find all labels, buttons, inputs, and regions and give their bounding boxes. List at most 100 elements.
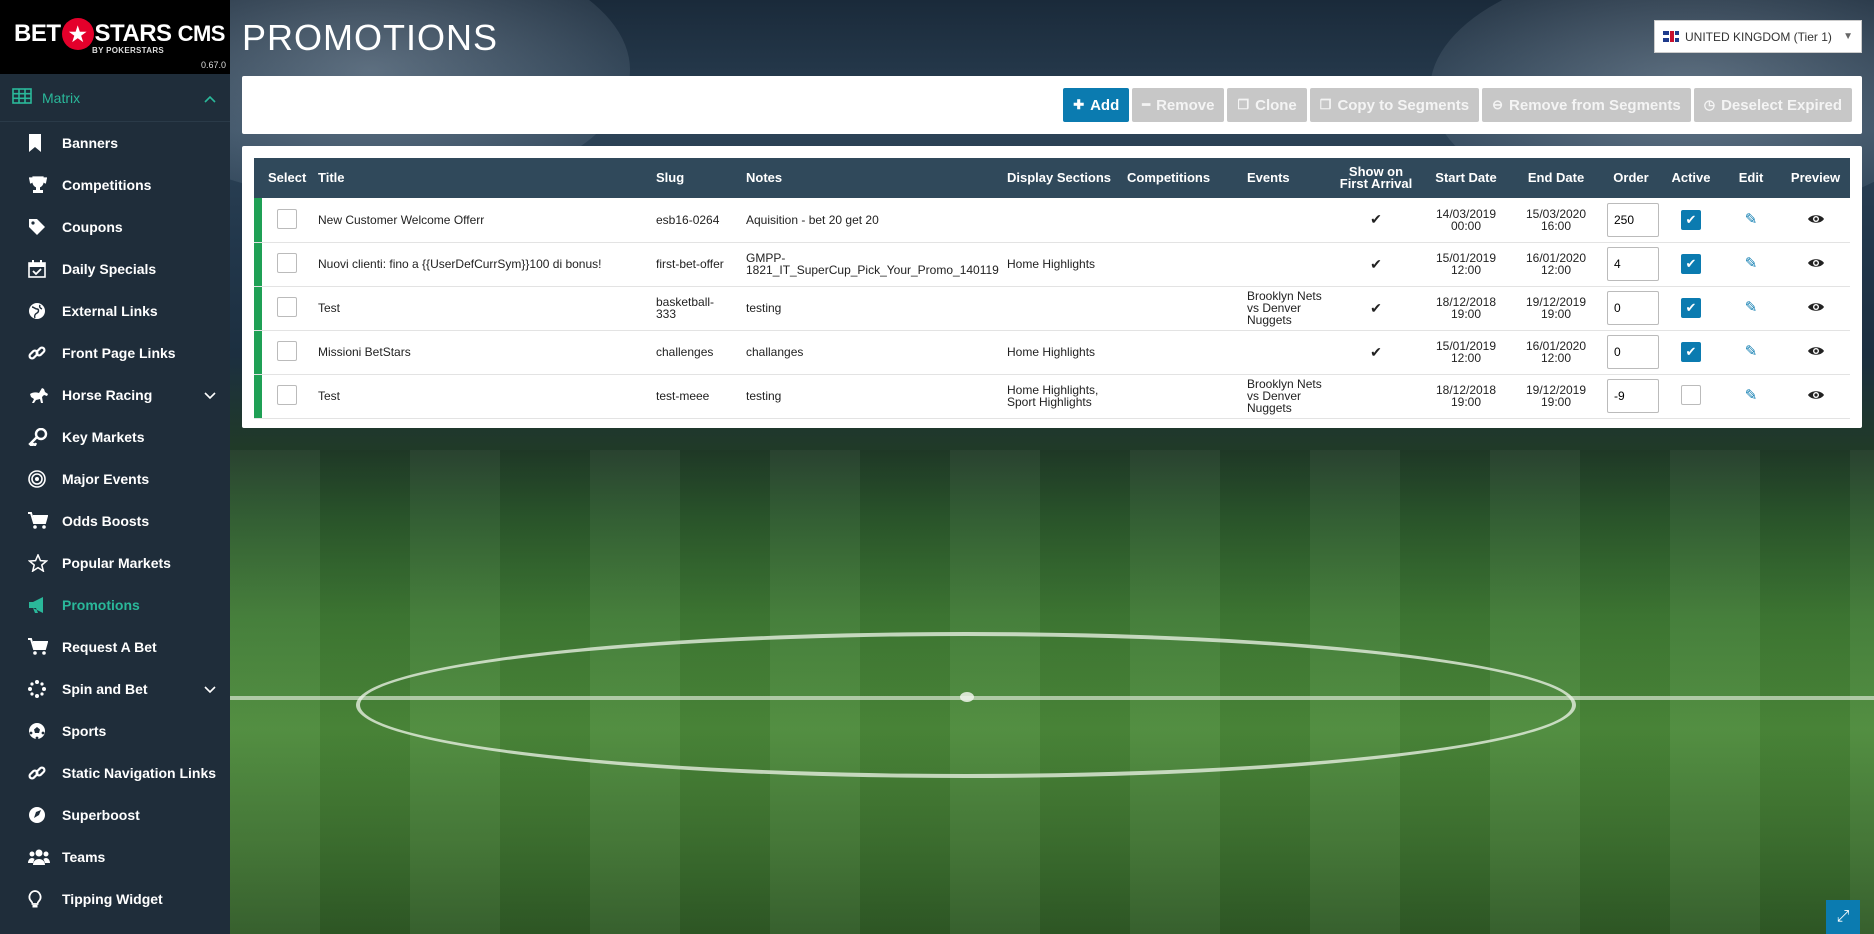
- pencil-icon[interactable]: ✎: [1745, 387, 1758, 404]
- end-time: 19:00: [1540, 307, 1572, 321]
- header-title[interactable]: Title: [312, 158, 650, 198]
- clone-button[interactable]: ❐ Clone: [1227, 88, 1307, 122]
- trophy-icon: [28, 175, 52, 195]
- row-select-checkbox[interactable]: [277, 341, 297, 361]
- header-first-arrival-line-2: First Arrival: [1339, 176, 1413, 191]
- add-button[interactable]: ✚ Add: [1063, 88, 1130, 122]
- brand-bet: BET: [14, 20, 61, 47]
- cell-display-sections: Home Highlights, Sport Highlights: [1001, 374, 1121, 418]
- cell-end-date: 19/12/2019 19:00: [1511, 374, 1601, 418]
- brand-logo[interactable]: BET ★ STARS CMS BY POKERSTARS 0.67.0: [0, 0, 230, 74]
- table-row[interactable]: New Customer Welcome Offerr esb16-0264 Aqu…: [254, 198, 1850, 242]
- chevron-up-icon: [204, 90, 216, 106]
- country-select[interactable]: UNITED KINGDOM (Tier 1) ▼: [1654, 20, 1862, 53]
- pencil-icon[interactable]: ✎: [1745, 255, 1758, 272]
- active-checkbox-checked[interactable]: ✔: [1681, 298, 1701, 318]
- table-row[interactable]: Nuovi clienti: fino a {{UserDefCurrSym}}…: [254, 242, 1850, 286]
- active-checkbox-checked[interactable]: ✔: [1681, 254, 1701, 274]
- pitch-center-spot: [960, 692, 974, 702]
- table-row[interactable]: Missioni BetStars challenges challanges Hom…: [254, 330, 1850, 374]
- active-checkbox-checked[interactable]: ✔: [1681, 209, 1701, 230]
- pencil-icon[interactable]: ✎: [1745, 299, 1758, 316]
- eye-icon[interactable]: [1807, 301, 1825, 315]
- sidebar-item-spin-and-bet[interactable]: Spin and Bet: [0, 668, 230, 710]
- remove-from-segments-button[interactable]: ⊖ Remove from Segments: [1482, 88, 1691, 122]
- cell-title: Test: [318, 389, 341, 403]
- plus-icon: ✚: [1073, 97, 1085, 112]
- active-checkbox-checked[interactable]: ✔: [1681, 342, 1701, 362]
- remove-button[interactable]: ━ Remove: [1132, 88, 1225, 122]
- deselect-expired-button[interactable]: ◷ Deselect Expired: [1693, 88, 1852, 122]
- sidebar-item-label: Banners: [62, 135, 119, 151]
- order-input[interactable]: [1607, 379, 1659, 413]
- eye-icon[interactable]: [1807, 345, 1825, 359]
- table-row[interactable]: Test test-meee testing Home Highlights, Spor…: [254, 374, 1850, 418]
- order-input[interactable]: [1607, 291, 1659, 325]
- eye-icon[interactable]: [1807, 257, 1825, 271]
- row-select-checkbox[interactable]: [277, 253, 297, 273]
- cell-competitions: [1121, 198, 1241, 242]
- sidebar-item-odds-boosts[interactable]: Odds Boosts: [0, 500, 230, 542]
- sidebar-item-major-events[interactable]: Major Events: [0, 458, 230, 500]
- row-select-checkbox[interactable]: [277, 297, 297, 317]
- sidebar-item-banners[interactable]: Banners: [0, 122, 230, 164]
- sidebar-item-label: Sports: [62, 723, 107, 739]
- header-display-sections[interactable]: Display Sections: [1001, 158, 1121, 198]
- header-slug[interactable]: Slug: [650, 158, 740, 198]
- sidebar-item-popular-markets[interactable]: Popular Markets: [0, 542, 230, 584]
- sidebar-item-coupons[interactable]: Coupons: [0, 206, 230, 248]
- sidebar-item-key-markets[interactable]: Key Markets: [0, 416, 230, 458]
- header-notes[interactable]: Notes: [740, 158, 1001, 198]
- row-select-checkbox[interactable]: [277, 385, 297, 405]
- header-select[interactable]: Select: [262, 158, 312, 198]
- sidebar-item-label: Front Page Links: [62, 345, 176, 361]
- eye-icon[interactable]: [1807, 389, 1825, 403]
- chevron-down-icon[interactable]: [204, 387, 216, 403]
- display-line-2: Sport Highlights: [1007, 395, 1092, 409]
- copy-to-segments-button[interactable]: ❐ Copy to Segments: [1309, 88, 1480, 122]
- header-start-date[interactable]: Start Date: [1421, 158, 1511, 198]
- sidebar-item-tipping-widget[interactable]: Tipping Widget: [0, 878, 230, 920]
- sidebar-item-horse-racing[interactable]: Horse Racing: [0, 374, 230, 416]
- sidebar-item-label: Teams: [62, 849, 106, 865]
- sidebar-item-teams[interactable]: Teams: [0, 836, 230, 878]
- remove-from-segments-label: Remove from Segments: [1509, 96, 1681, 114]
- sidebar-item-daily-specials[interactable]: Daily Specials: [0, 248, 230, 290]
- cell-events: Brooklyn Nets vs Denver Nuggets: [1241, 286, 1331, 330]
- start-time: 12:00: [1450, 351, 1482, 365]
- header-competitions[interactable]: Competitions: [1121, 158, 1241, 198]
- cell-notes: testing: [740, 374, 1001, 418]
- header-order[interactable]: Order: [1601, 158, 1661, 198]
- pencil-icon[interactable]: ✎: [1745, 343, 1758, 360]
- sidebar-item-request-a-bet[interactable]: Request A Bet: [0, 626, 230, 668]
- order-input[interactable]: [1607, 202, 1659, 237]
- active-checkbox[interactable]: [1681, 385, 1701, 405]
- header-end-date[interactable]: End Date: [1511, 158, 1601, 198]
- chevron-down-icon[interactable]: [204, 681, 216, 697]
- header-events[interactable]: Events: [1241, 158, 1331, 198]
- row-select-checkbox[interactable]: [277, 208, 297, 229]
- header-show-on-first-arrival[interactable]: Show on First Arrival: [1331, 158, 1421, 198]
- pencil-icon[interactable]: ✎: [1745, 211, 1758, 228]
- order-input[interactable]: [1607, 247, 1659, 281]
- sidebar-section-matrix[interactable]: Matrix: [0, 74, 230, 122]
- sidebar-item-superboost[interactable]: Superboost: [0, 794, 230, 836]
- uk-flag-icon: [1663, 31, 1679, 42]
- order-input[interactable]: [1607, 335, 1659, 369]
- sidebar-item-sports[interactable]: Sports: [0, 710, 230, 752]
- app-version: 0.67.0: [200, 60, 226, 70]
- sidebar-item-label: Coupons: [62, 219, 123, 235]
- table-row[interactable]: Test basketball-333 testing Brooklyn Nets vs…: [254, 286, 1850, 330]
- sidebar-item-competitions[interactable]: Competitions: [0, 164, 230, 206]
- sidebar-item-label: Popular Markets: [62, 555, 171, 571]
- header-active[interactable]: Active: [1661, 158, 1721, 198]
- eye-icon[interactable]: [1807, 213, 1825, 227]
- cell-end-date: 19/12/2019 19:00: [1511, 286, 1601, 330]
- sidebar-item-static-navigation-links[interactable]: Static Navigation Links: [0, 752, 230, 794]
- expand-icon[interactable]: ⤢: [1826, 900, 1860, 934]
- sidebar-item-external-links[interactable]: External Links: [0, 290, 230, 332]
- sidebar-item-promotions[interactable]: Promotions: [0, 584, 230, 626]
- sidebar-item-front-page-links[interactable]: Front Page Links: [0, 332, 230, 374]
- end-time: 12:00: [1540, 263, 1572, 277]
- sidebar-item-label: Request A Bet: [62, 639, 157, 655]
